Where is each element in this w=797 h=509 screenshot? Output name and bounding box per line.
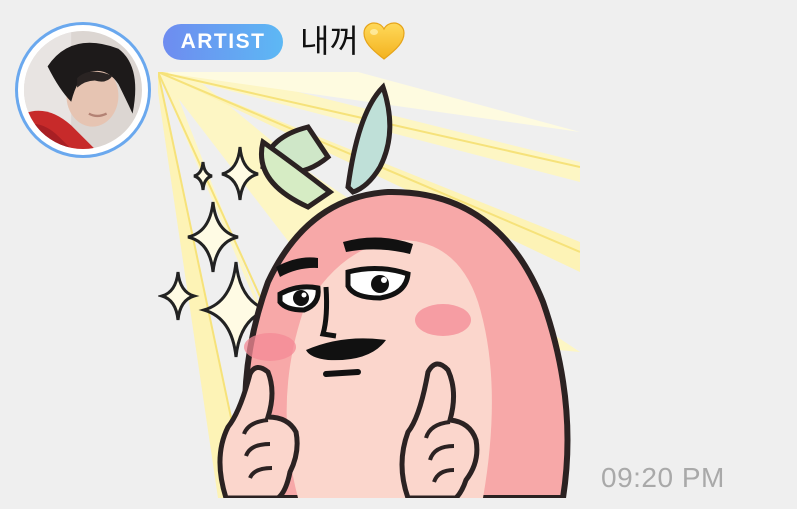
avatar-photo [24,31,142,149]
peach-thumbs-up-sticker[interactable] [158,72,580,498]
sender-avatar[interactable] [15,22,151,158]
sender-name[interactable]: 내꺼 [300,18,359,64]
message-timestamp: 09:20 PM [601,462,725,493]
artist-badge: ARTIST [163,24,283,60]
avatar-border [18,25,148,155]
yellow-heart-icon [363,22,405,60]
sender-name-row: 내꺼 [300,18,407,64]
chat-message: ARTIST 내꺼 09:20 PM [0,0,797,509]
